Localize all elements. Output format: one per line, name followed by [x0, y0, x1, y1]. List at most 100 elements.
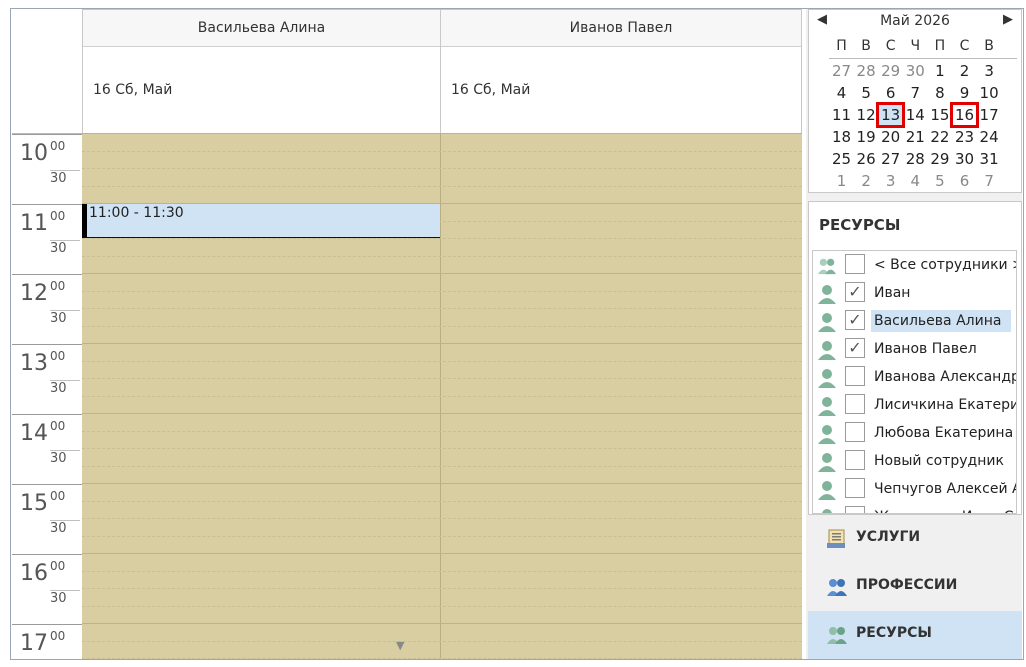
- hour-slot: 13 00 30: [12, 344, 82, 414]
- resource-item[interactable]: ✓ Васильева Алина: [813, 307, 1016, 335]
- calendar-day[interactable]: 1: [927, 60, 952, 82]
- resource-item[interactable]: < Все сотрудники >: [813, 251, 1016, 279]
- calendar-day[interactable]: 17: [977, 104, 1002, 126]
- weekday-label: В: [984, 38, 994, 54]
- resource-checkbox[interactable]: [845, 366, 865, 386]
- calendar-day[interactable]: 27: [878, 148, 903, 170]
- calendar-day[interactable]: 18: [829, 126, 854, 148]
- scroll-down-icon[interactable]: ▼: [396, 639, 404, 652]
- calendar-day[interactable]: 30: [952, 148, 977, 170]
- calendar-day[interactable]: 22: [927, 126, 952, 148]
- accordion-resources-label: РЕСУРСЫ: [856, 625, 932, 641]
- weekday-label: С: [959, 38, 970, 54]
- slot-gridline: [82, 290, 802, 292]
- calendar-day[interactable]: 6: [878, 82, 903, 104]
- person-icon: [818, 313, 836, 332]
- calendar-day[interactable]: 26: [854, 148, 879, 170]
- calendar-day[interactable]: 8: [927, 82, 952, 104]
- column-date: 16 Сб, Май: [93, 82, 173, 98]
- calendar-day[interactable]: 25: [829, 148, 854, 170]
- resource-checkbox[interactable]: [845, 506, 865, 513]
- resource-checkbox[interactable]: [845, 254, 865, 274]
- calendar-day[interactable]: 9: [952, 82, 977, 104]
- resource-item[interactable]: Иванова Александра: [813, 363, 1016, 391]
- calendar-day[interactable]: 28: [903, 148, 928, 170]
- weekday-label: Ч: [910, 38, 921, 54]
- calendar-day[interactable]: 20: [878, 126, 903, 148]
- calendar-day[interactable]: 5: [854, 82, 879, 104]
- hour-slot: 10 00 30: [12, 134, 82, 204]
- hour-slot: 12 00 30: [12, 274, 82, 344]
- resource-item[interactable]: Лисичкина Екатерина: [813, 391, 1016, 419]
- resource-checkbox[interactable]: [845, 422, 865, 442]
- calendar-day[interactable]: 3: [977, 60, 1002, 82]
- accordion-professions[interactable]: ПРОФЕССИИ: [808, 563, 1022, 611]
- slot-gridline: [82, 255, 802, 257]
- resource-label: Чепчугов Алексей А: [874, 481, 1017, 497]
- slot-gridline: [82, 518, 802, 519]
- next-month-icon[interactable]: ▶: [1003, 12, 1013, 27]
- resource-item[interactable]: ✓ Иванов Павел: [813, 335, 1016, 363]
- slot-gridline: [82, 308, 802, 309]
- appointment[interactable]: 11:00 - 11:30: [82, 204, 440, 238]
- resource-checkbox[interactable]: ✓: [845, 310, 865, 330]
- minute-label: 00: [50, 489, 66, 503]
- calendar-day[interactable]: 29: [878, 60, 903, 82]
- calendar-day[interactable]: 23: [952, 126, 977, 148]
- calendar-day[interactable]: 7: [903, 82, 928, 104]
- resources-group-icon: [827, 627, 847, 644]
- calendar-day[interactable]: 3: [878, 170, 903, 192]
- calendar-day[interactable]: 30: [903, 60, 928, 82]
- slot-gridline: [82, 588, 802, 589]
- resource-checkbox[interactable]: [845, 450, 865, 470]
- resource-label: Журавлева Инна Се: [871, 506, 1016, 513]
- resource-item[interactable]: Чепчугов Алексей А: [813, 475, 1017, 503]
- half-hour-label: 30: [50, 591, 67, 606]
- column-header-ivanov[interactable]: Иванов Павел 16 Сб, Май: [440, 9, 802, 133]
- resource-checkbox[interactable]: [845, 478, 865, 498]
- calendar-day[interactable]: 14: [903, 104, 928, 126]
- accordion-services[interactable]: УСЛУГИ: [808, 515, 1022, 563]
- calendar-day[interactable]: 19: [854, 126, 879, 148]
- calendar-day[interactable]: 29: [927, 148, 952, 170]
- calendar-day[interactable]: 2: [952, 60, 977, 82]
- slot-gridline: [82, 448, 802, 449]
- calendar-day[interactable]: 7: [977, 170, 1002, 192]
- calendar-day[interactable]: 1: [829, 170, 854, 192]
- resource-checkbox[interactable]: ✓: [845, 282, 865, 302]
- resource-checkbox[interactable]: ✓: [845, 338, 865, 358]
- professions-icon: [827, 579, 847, 596]
- resource-checkbox[interactable]: [845, 394, 865, 414]
- hour-gridline: [82, 343, 802, 344]
- calendar-day[interactable]: 11: [829, 104, 854, 126]
- calendar-day[interactable]: 15: [927, 104, 952, 126]
- calendar-day[interactable]: 21: [903, 126, 928, 148]
- calendar-day[interactable]: 28: [854, 60, 879, 82]
- calendar-day[interactable]: 13: [876, 102, 906, 128]
- resource-label: Лисичкина Екатерина: [874, 397, 1016, 413]
- month-label[interactable]: Май 2026: [809, 13, 1021, 29]
- calendar-day[interactable]: 6: [952, 170, 977, 192]
- resource-item[interactable]: ✓ Иван: [813, 279, 1016, 307]
- calendar-day[interactable]: 2: [854, 170, 879, 192]
- slot-gridline: [82, 500, 802, 502]
- calendar-day[interactable]: 12: [854, 104, 879, 126]
- calendar-day[interactable]: 27: [829, 60, 854, 82]
- resource-item[interactable]: Новый сотрудник: [813, 447, 1016, 475]
- calendar-day[interactable]: 10: [977, 82, 1002, 104]
- weekday-label: В: [861, 38, 871, 54]
- calendar-day[interactable]: 4: [829, 82, 854, 104]
- calendar-day[interactable]: 24: [977, 126, 1002, 148]
- resource-list[interactable]: < Все сотрудники > ✓ Иван ✓ Васильева Алина ✓…: [812, 250, 1017, 514]
- column-resource-name: Иванов Павел: [441, 10, 801, 47]
- hour-label: 12: [20, 281, 48, 306]
- minute-label: 00: [50, 279, 66, 293]
- calendar-day[interactable]: 31: [977, 148, 1002, 170]
- resource-item[interactable]: Журавлева Инна Се: [813, 503, 1016, 513]
- accordion-resources[interactable]: РЕСУРСЫ: [808, 611, 1022, 659]
- resource-item[interactable]: Любова Екатерина: [813, 419, 1016, 447]
- calendar-day[interactable]: 4: [903, 170, 928, 192]
- column-header-vasilyeva[interactable]: Васильева Алина 16 Сб, Май: [82, 9, 441, 133]
- calendar-day[interactable]: 16: [950, 102, 979, 128]
- calendar-day[interactable]: 5: [927, 170, 952, 192]
